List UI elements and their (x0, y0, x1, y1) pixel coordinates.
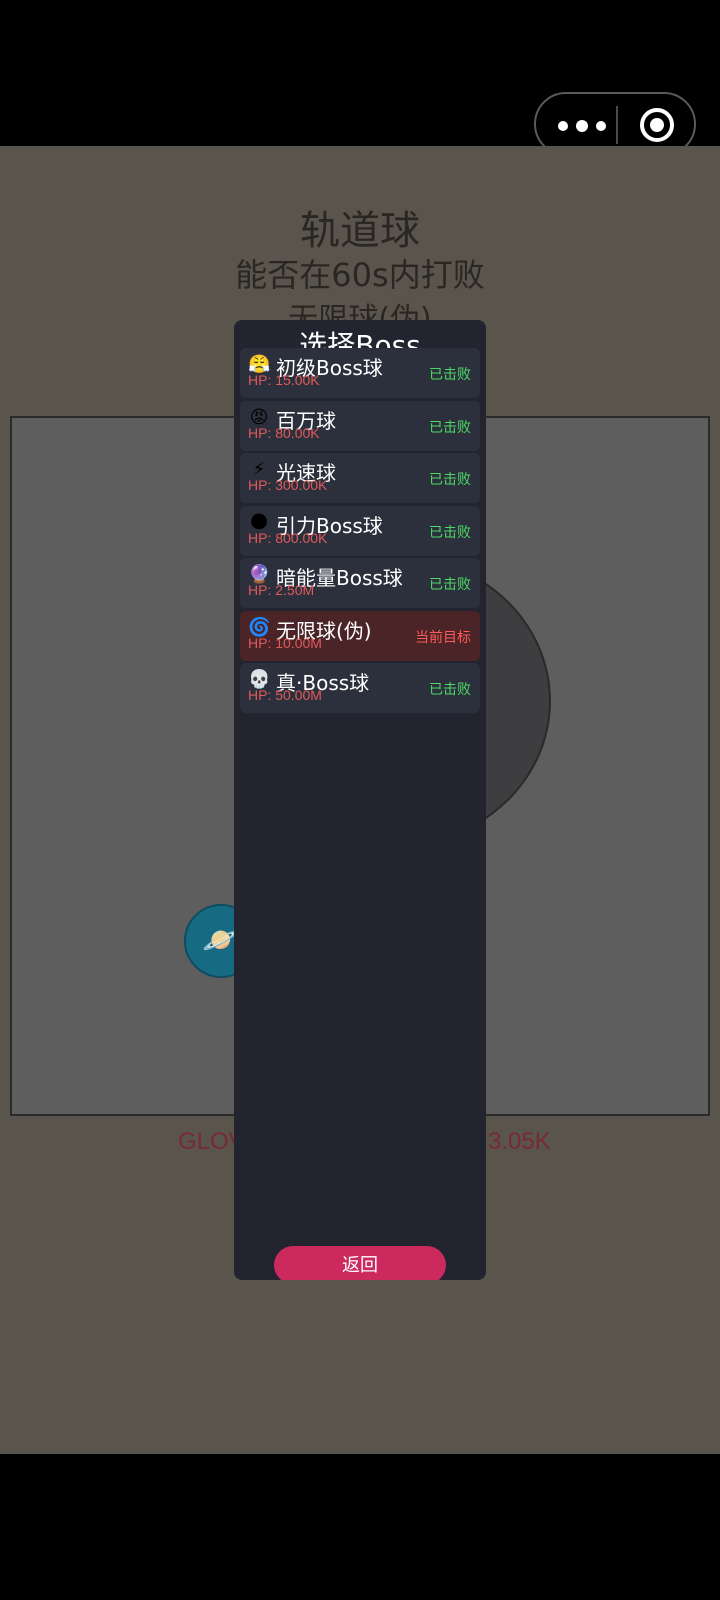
boss-list-item[interactable]: 💀 真·Boss球 HP: 50.00M 已击败 (240, 663, 480, 713)
boss-hp: HP: 800.00K (248, 529, 328, 546)
boss-list-item[interactable]: 🔮 暗能量Boss球 HP: 2.50M 已击败 (240, 558, 480, 608)
boss-list-item[interactable]: 🌑 引力Boss球 HP: 800.00K 已击败 (240, 505, 480, 556)
game-title: 轨道球 (300, 208, 420, 254)
boss-hp: HP: 15.00K (248, 372, 320, 388)
boss-list-item[interactable]: 🌀 无限球(伪) HP: 10.00M 当前目标 (240, 610, 480, 661)
boss-list-item[interactable]: 😡 百万球 HP: 80.00K 已击败 (240, 400, 480, 451)
boss-status-badge: 已击败 (429, 367, 471, 383)
target-circle-icon[interactable] (640, 108, 674, 142)
boss-select-modal: 选择Boss 😤 初级Boss球 HP: 15.00K 已击败 😡 百万球 HP: 80.0… (234, 320, 486, 1280)
boss-status-badge: 当前目标 (415, 629, 471, 646)
boss-list-item[interactable]: ⚡ 光速球 HP: 300.00K 已击败 (240, 453, 480, 503)
boss-hp: HP: 10.00M (248, 634, 322, 651)
footer-right-text: 3.05K (488, 1128, 551, 1155)
boss-status-badge: 已击败 (429, 419, 471, 436)
boss-hp: HP: 2.50M (248, 582, 315, 598)
boss-status-badge: 已击败 (429, 577, 471, 593)
capsule-divider (616, 106, 618, 144)
bottom-bar (0, 1454, 720, 1600)
more-dots-icon[interactable] (558, 112, 618, 140)
back-button[interactable]: 返回 (274, 1246, 446, 1280)
boss-status-badge: 已击败 (429, 524, 471, 541)
game-subtitle: 能否在60s内打败 (235, 256, 485, 294)
boss-status-badge: 已击败 (429, 682, 471, 698)
boss-status-badge: 已击败 (429, 472, 471, 488)
boss-hp: HP: 80.00K (248, 424, 320, 441)
boss-hp: HP: 50.00M (248, 687, 322, 703)
top-bar (0, 0, 720, 156)
boss-list-item[interactable]: 😤 初级Boss球 HP: 15.00K 已击败 (240, 348, 480, 398)
boss-hp: HP: 300.00K (248, 477, 328, 493)
